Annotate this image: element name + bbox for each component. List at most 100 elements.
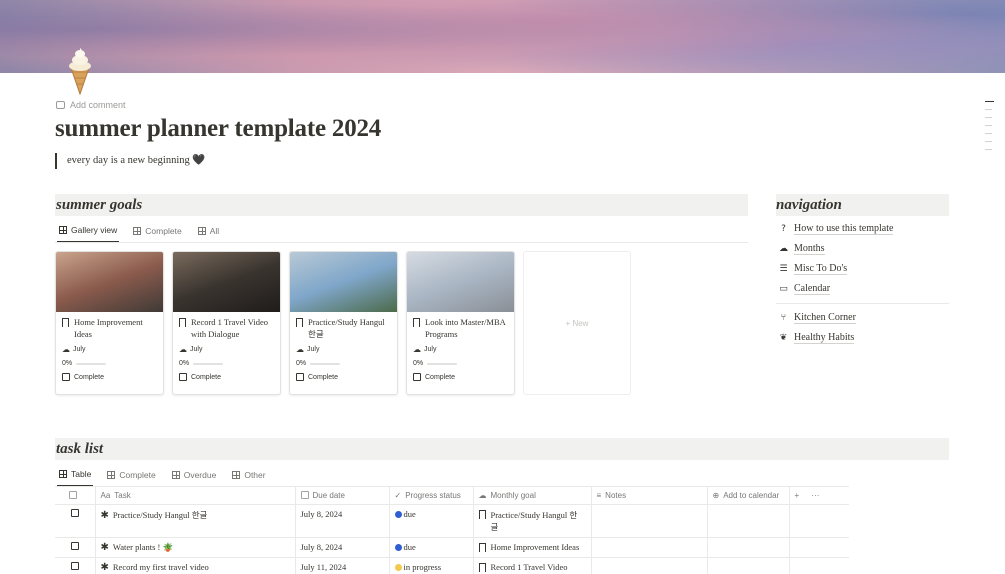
navigation-panel: navigation ? How to use this template ☁ Mon…: [776, 194, 949, 348]
cover-image[interactable]: [0, 0, 1005, 73]
row-checkbox[interactable]: [70, 509, 79, 517]
page-quote[interactable]: every day is a new beginning 🖤: [55, 153, 205, 169]
complete-checkbox[interactable]: [413, 373, 421, 381]
notes-cell[interactable]: [591, 537, 708, 558]
goal-card[interactable]: Practice/Study Hangul 한글 ☁ July 0% Comple…: [289, 251, 398, 395]
table-row[interactable]: ✱ Practice/Study Hangul 한글 July 8, 2024 d…: [55, 504, 849, 538]
new-card-button[interactable]: + New: [523, 251, 631, 395]
card-month: July: [424, 346, 437, 353]
weather-icon: ☁: [62, 345, 70, 354]
status-cell[interactable]: due: [389, 504, 474, 538]
goal-link[interactable]: Record 1 Travel Video: [491, 562, 583, 572]
soft-serve-ice-cream-icon[interactable]: [62, 46, 98, 96]
nav-label: Months: [794, 243, 825, 255]
task-name[interactable]: Practice/Study Hangul 한글: [113, 510, 208, 520]
col-progress-status[interactable]: ✓ Progress status: [389, 486, 474, 505]
calendar-cell[interactable]: [707, 537, 790, 558]
goal-card[interactable]: Home Improvement Ideas ☁ July 0% Complete: [55, 251, 164, 395]
card-progress-value: 0%: [413, 360, 424, 367]
summer-goals-header: summer goals: [55, 194, 748, 216]
task-name[interactable]: Record my first travel video: [113, 562, 209, 572]
add-comment-label: Add comment: [70, 100, 126, 110]
tab-table[interactable]: Table: [57, 469, 94, 487]
row-checkbox[interactable]: [70, 562, 79, 570]
extra-cell: [789, 504, 849, 538]
row-checkbox[interactable]: [70, 542, 79, 550]
complete-label: Complete: [308, 373, 338, 381]
page-title[interactable]: summer planner template 2024: [55, 115, 381, 143]
nav-item-how-to-use-this-template[interactable]: ? How to use this template: [776, 219, 949, 239]
col-due-date[interactable]: Due date: [295, 486, 390, 505]
nav-item-kitchen-corner[interactable]: ⑂ Kitchen Corner: [776, 308, 949, 328]
task-name[interactable]: Water plants ! 🪴: [113, 542, 173, 552]
goal-cell[interactable]: Practice/Study Hangul 한글: [473, 504, 592, 538]
more-options-button[interactable]: ···: [811, 491, 819, 500]
nav-label: Kitchen Corner: [794, 312, 856, 324]
new-card-label: + New: [565, 318, 589, 328]
weather-icon: ☁: [779, 244, 788, 254]
col-monthly-goal[interactable]: ☁ Monthly goal: [473, 486, 592, 505]
asterisk-icon: ✱: [100, 542, 109, 553]
add-comment-button[interactable]: Add comment: [56, 100, 126, 110]
table-row[interactable]: ✱ Record my first travel video July 11, 2…: [55, 557, 849, 574]
goal-link[interactable]: Practice/Study Hangul 한글: [491, 509, 583, 533]
goal-cell[interactable]: Home Improvement Ideas: [473, 537, 592, 558]
calendar-cell[interactable]: [707, 504, 790, 538]
goal-card[interactable]: Record 1 Travel Video with Dialogue ☁ Jul…: [172, 251, 281, 395]
camera-crew-photo: [173, 252, 280, 312]
nav-item-misc-to-do-s[interactable]: ☰ Misc To Do's: [776, 259, 949, 279]
due-date[interactable]: July 8, 2024: [295, 537, 390, 558]
due-date[interactable]: July 8, 2024: [295, 504, 390, 538]
card-title: Home Improvement Ideas: [74, 317, 143, 339]
status-label: due: [403, 542, 416, 552]
add-column-button[interactable]: +: [795, 491, 800, 500]
nav-item-calendar[interactable]: ▭ Calendar: [776, 279, 949, 299]
calendar-cell[interactable]: [707, 557, 790, 574]
page-outline[interactable]: [985, 101, 994, 157]
status-cell[interactable]: in progress: [389, 557, 474, 574]
brain-icon: ❦: [779, 333, 788, 343]
notes-cell[interactable]: [591, 557, 708, 574]
table-icon: [232, 471, 241, 479]
card-title: Record 1 Travel Video with Dialogue: [191, 317, 269, 339]
complete-label: Complete: [425, 373, 455, 381]
extra-cell: [789, 537, 849, 558]
nav-label: Misc To Do's: [794, 263, 848, 275]
tab-complete-tasks[interactable]: Complete: [105, 469, 157, 487]
tabs-divider: [55, 242, 748, 243]
tab-gallery-view[interactable]: Gallery view: [57, 225, 120, 243]
col-add-to-calendar[interactable]: ⊕ Add to calendar: [707, 486, 790, 505]
select-all-checkbox[interactable]: [55, 486, 96, 505]
col-notes[interactable]: ≡ Notes: [591, 486, 708, 505]
tab-all[interactable]: All: [196, 225, 221, 243]
living-room-photo: [56, 252, 163, 312]
status-dot: [394, 544, 402, 551]
card-title: Practice/Study Hangul 한글: [308, 317, 385, 339]
col-task[interactable]: Aa Task: [95, 486, 296, 505]
due-date[interactable]: July 11, 2024: [295, 557, 390, 574]
goal-card[interactable]: Look into Master/MBA Programs ☁ July 0% C…: [406, 251, 515, 395]
weather-icon: ☁: [413, 345, 421, 354]
status-label: due: [403, 509, 416, 519]
complete-checkbox[interactable]: [62, 373, 70, 381]
complete-checkbox[interactable]: [179, 373, 187, 381]
tab-other[interactable]: Other: [230, 469, 267, 487]
gallery-icon: [59, 226, 67, 234]
complete-checkbox[interactable]: [296, 373, 304, 381]
status-cell[interactable]: due: [389, 537, 474, 558]
gallery-icon: [133, 227, 142, 235]
table-row[interactable]: ✱ Water plants ! 🪴 July 8, 2024 due Home …: [55, 537, 849, 558]
task-table: Aa Task Due date ✓ Progress status ☁ Monthl…: [55, 486, 849, 574]
nav-label: How to use this template: [794, 223, 894, 235]
nav-divider: [776, 303, 949, 304]
tab-complete[interactable]: Complete: [131, 225, 183, 243]
asterisk-icon: ✱: [100, 510, 109, 521]
bookmark-icon: [179, 318, 186, 329]
goal-link[interactable]: Home Improvement Ideas: [491, 542, 583, 552]
notes-cell[interactable]: [591, 504, 708, 538]
nav-item-healthy-habits[interactable]: ❦ Healthy Habits: [776, 328, 949, 348]
nav-item-months[interactable]: ☁ Months: [776, 239, 949, 259]
checkbox-icon: [68, 491, 77, 499]
tab-overdue[interactable]: Overdue: [170, 469, 219, 487]
goal-cell[interactable]: Record 1 Travel Video: [473, 557, 592, 574]
